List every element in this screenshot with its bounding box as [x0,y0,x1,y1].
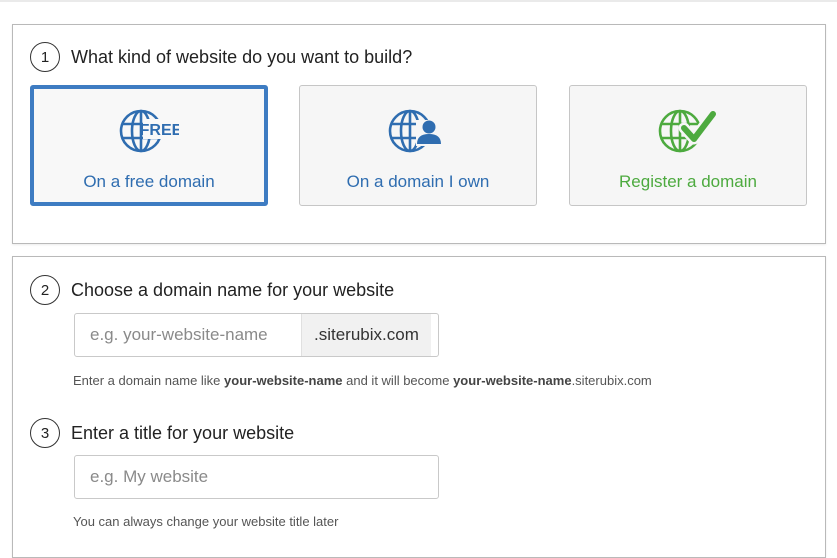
step-title: Enter a title for your website [71,422,295,443]
domain-name-input[interactable] [75,314,301,356]
domain-hint: Enter a domain name like your-website-na… [73,373,652,388]
option-label: On a free domain [83,172,215,191]
svg-text:FREE: FREE [140,122,179,139]
website-title-input[interactable] [75,456,438,498]
domain-suffix: .siterubix.com [301,314,431,356]
option-own-domain[interactable]: On a domain I own [299,85,537,206]
title-hint: You can always change your website title… [73,514,339,529]
website-details-panel: 2 Choose a domain name for your website … [12,256,826,558]
website-title-field [74,455,439,499]
step-3-heading: 3 Enter a title for your website [30,418,294,448]
option-label: Register a domain [619,172,757,191]
domain-name-field: .siterubix.com [74,313,439,357]
option-register-domain[interactable]: Register a domain [569,85,807,206]
step-number-badge: 3 [30,418,60,448]
website-type-panel: 1 What kind of website do you want to bu… [12,24,826,244]
step-1-heading: 1 What kind of website do you want to bu… [30,42,412,72]
top-divider [0,0,837,2]
step-title: What kind of website do you want to buil… [71,46,413,67]
globe-check-icon [658,106,719,158]
option-label: On a domain I own [346,172,490,191]
step-number-badge: 1 [30,42,60,72]
globe-free-icon: FREE [119,106,183,158]
step-2-heading: 2 Choose a domain name for your website [30,275,394,305]
step-number-badge: 2 [30,275,60,305]
globe-user-icon [388,106,448,158]
option-free-domain[interactable]: FREE On a free domain [30,85,268,206]
step-title: Choose a domain name for your website [71,279,395,300]
